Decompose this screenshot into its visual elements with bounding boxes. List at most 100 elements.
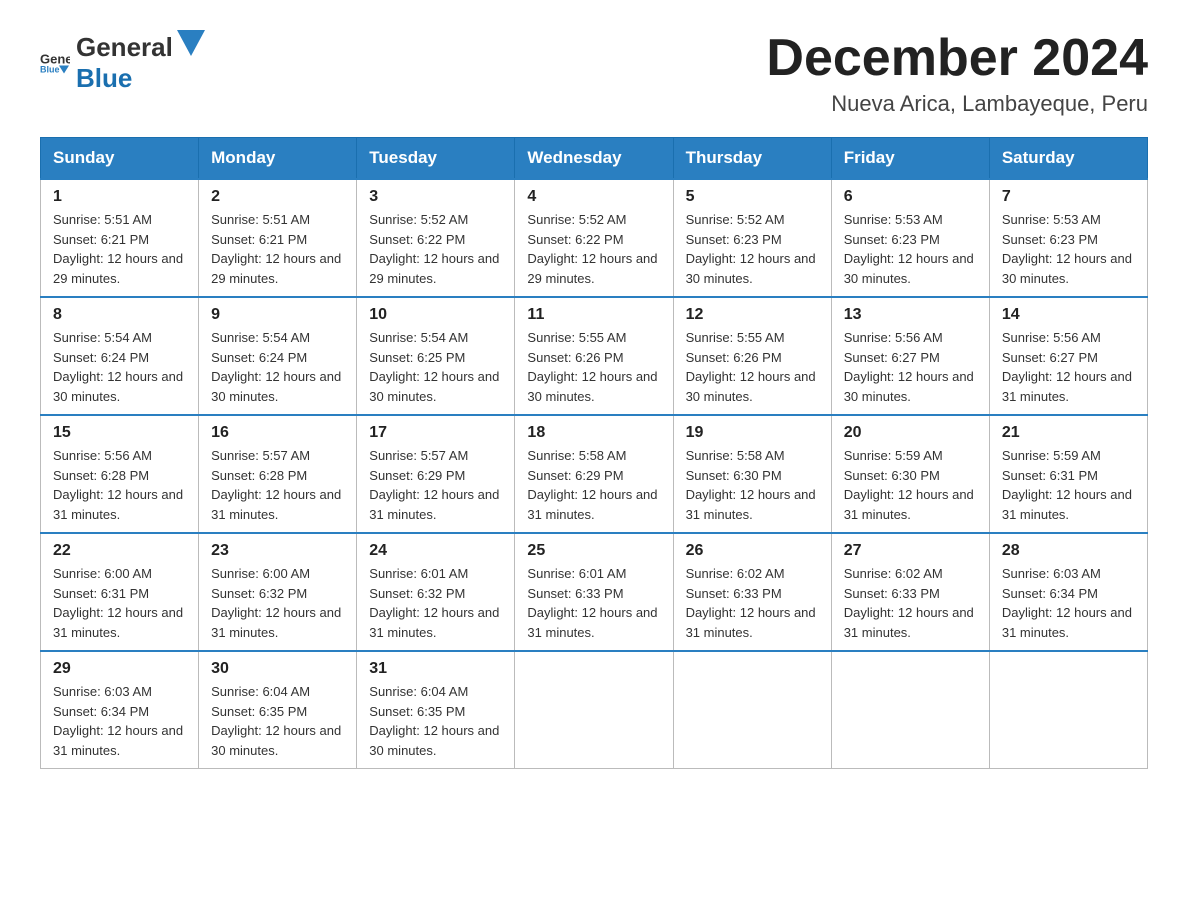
calendar-day-cell: 23 Sunrise: 6:00 AM Sunset: 6:32 PM Dayl… <box>199 533 357 651</box>
calendar-day-cell: 5 Sunrise: 5:52 AM Sunset: 6:23 PM Dayli… <box>673 179 831 297</box>
calendar-day-header: Sunday <box>41 138 199 180</box>
calendar-day-cell: 30 Sunrise: 6:04 AM Sunset: 6:35 PM Dayl… <box>199 651 357 769</box>
day-number: 24 <box>369 542 502 560</box>
location-subtitle: Nueva Arica, Lambayeque, Peru <box>766 91 1148 117</box>
calendar-day-cell: 22 Sunrise: 6:00 AM Sunset: 6:31 PM Dayl… <box>41 533 199 651</box>
day-number: 2 <box>211 188 344 206</box>
calendar-day-cell: 27 Sunrise: 6:02 AM Sunset: 6:33 PM Dayl… <box>831 533 989 651</box>
calendar-table: SundayMondayTuesdayWednesdayThursdayFrid… <box>40 137 1148 769</box>
calendar-day-cell: 3 Sunrise: 5:52 AM Sunset: 6:22 PM Dayli… <box>357 179 515 297</box>
day-number: 8 <box>53 306 186 324</box>
logo-text-blue: Blue <box>76 63 132 93</box>
day-info: Sunrise: 5:57 AM Sunset: 6:29 PM Dayligh… <box>369 446 502 524</box>
calendar-day-cell: 28 Sunrise: 6:03 AM Sunset: 6:34 PM Dayl… <box>989 533 1147 651</box>
logo-text-general: General <box>76 32 173 63</box>
calendar-day-cell <box>673 651 831 769</box>
day-info: Sunrise: 5:58 AM Sunset: 6:30 PM Dayligh… <box>686 446 819 524</box>
logo-icon: General Blue <box>40 47 70 77</box>
logo-triangle-icon <box>177 30 205 56</box>
day-number: 21 <box>1002 424 1135 442</box>
day-info: Sunrise: 5:57 AM Sunset: 6:28 PM Dayligh… <box>211 446 344 524</box>
calendar-week-row: 8 Sunrise: 5:54 AM Sunset: 6:24 PM Dayli… <box>41 297 1148 415</box>
page-header: General Blue General Blue December 2024 … <box>40 30 1148 117</box>
day-info: Sunrise: 5:51 AM Sunset: 6:21 PM Dayligh… <box>211 210 344 288</box>
day-info: Sunrise: 6:00 AM Sunset: 6:32 PM Dayligh… <box>211 564 344 642</box>
calendar-day-cell: 24 Sunrise: 6:01 AM Sunset: 6:32 PM Dayl… <box>357 533 515 651</box>
calendar-day-cell: 20 Sunrise: 5:59 AM Sunset: 6:30 PM Dayl… <box>831 415 989 533</box>
calendar-day-cell: 14 Sunrise: 5:56 AM Sunset: 6:27 PM Dayl… <box>989 297 1147 415</box>
day-info: Sunrise: 5:59 AM Sunset: 6:31 PM Dayligh… <box>1002 446 1135 524</box>
calendar-day-cell: 18 Sunrise: 5:58 AM Sunset: 6:29 PM Dayl… <box>515 415 673 533</box>
day-info: Sunrise: 5:59 AM Sunset: 6:30 PM Dayligh… <box>844 446 977 524</box>
day-info: Sunrise: 5:53 AM Sunset: 6:23 PM Dayligh… <box>1002 210 1135 288</box>
day-number: 29 <box>53 660 186 678</box>
calendar-day-cell: 31 Sunrise: 6:04 AM Sunset: 6:35 PM Dayl… <box>357 651 515 769</box>
calendar-day-header: Monday <box>199 138 357 180</box>
calendar-week-row: 1 Sunrise: 5:51 AM Sunset: 6:21 PM Dayli… <box>41 179 1148 297</box>
calendar-day-header: Friday <box>831 138 989 180</box>
day-info: Sunrise: 6:00 AM Sunset: 6:31 PM Dayligh… <box>53 564 186 642</box>
day-info: Sunrise: 5:54 AM Sunset: 6:24 PM Dayligh… <box>53 328 186 406</box>
day-number: 14 <box>1002 306 1135 324</box>
day-info: Sunrise: 5:54 AM Sunset: 6:25 PM Dayligh… <box>369 328 502 406</box>
calendar-day-cell: 21 Sunrise: 5:59 AM Sunset: 6:31 PM Dayl… <box>989 415 1147 533</box>
day-info: Sunrise: 5:53 AM Sunset: 6:23 PM Dayligh… <box>844 210 977 288</box>
day-number: 1 <box>53 188 186 206</box>
day-number: 20 <box>844 424 977 442</box>
calendar-day-cell: 6 Sunrise: 5:53 AM Sunset: 6:23 PM Dayli… <box>831 179 989 297</box>
calendar-day-header: Wednesday <box>515 138 673 180</box>
day-info: Sunrise: 5:52 AM Sunset: 6:22 PM Dayligh… <box>369 210 502 288</box>
day-info: Sunrise: 5:51 AM Sunset: 6:21 PM Dayligh… <box>53 210 186 288</box>
day-number: 22 <box>53 542 186 560</box>
day-info: Sunrise: 5:54 AM Sunset: 6:24 PM Dayligh… <box>211 328 344 406</box>
day-info: Sunrise: 6:02 AM Sunset: 6:33 PM Dayligh… <box>844 564 977 642</box>
calendar-day-cell: 26 Sunrise: 6:02 AM Sunset: 6:33 PM Dayl… <box>673 533 831 651</box>
day-info: Sunrise: 5:55 AM Sunset: 6:26 PM Dayligh… <box>527 328 660 406</box>
day-number: 25 <box>527 542 660 560</box>
day-number: 26 <box>686 542 819 560</box>
calendar-week-row: 22 Sunrise: 6:00 AM Sunset: 6:31 PM Dayl… <box>41 533 1148 651</box>
day-number: 13 <box>844 306 977 324</box>
day-number: 27 <box>844 542 977 560</box>
day-number: 3 <box>369 188 502 206</box>
calendar-day-cell <box>989 651 1147 769</box>
calendar-day-cell: 15 Sunrise: 5:56 AM Sunset: 6:28 PM Dayl… <box>41 415 199 533</box>
calendar-day-cell <box>831 651 989 769</box>
calendar-day-cell: 4 Sunrise: 5:52 AM Sunset: 6:22 PM Dayli… <box>515 179 673 297</box>
calendar-day-header: Thursday <box>673 138 831 180</box>
day-number: 10 <box>369 306 502 324</box>
day-number: 15 <box>53 424 186 442</box>
day-info: Sunrise: 5:58 AM Sunset: 6:29 PM Dayligh… <box>527 446 660 524</box>
calendar-week-row: 29 Sunrise: 6:03 AM Sunset: 6:34 PM Dayl… <box>41 651 1148 769</box>
day-number: 7 <box>1002 188 1135 206</box>
day-number: 6 <box>844 188 977 206</box>
day-info: Sunrise: 5:56 AM Sunset: 6:28 PM Dayligh… <box>53 446 186 524</box>
day-number: 11 <box>527 306 660 324</box>
day-info: Sunrise: 6:03 AM Sunset: 6:34 PM Dayligh… <box>1002 564 1135 642</box>
day-info: Sunrise: 6:01 AM Sunset: 6:32 PM Dayligh… <box>369 564 502 642</box>
calendar-day-cell: 10 Sunrise: 5:54 AM Sunset: 6:25 PM Dayl… <box>357 297 515 415</box>
calendar-header-row: SundayMondayTuesdayWednesdayThursdayFrid… <box>41 138 1148 180</box>
day-number: 31 <box>369 660 502 678</box>
calendar-day-cell: 11 Sunrise: 5:55 AM Sunset: 6:26 PM Dayl… <box>515 297 673 415</box>
month-title: December 2024 <box>766 30 1148 87</box>
day-info: Sunrise: 6:04 AM Sunset: 6:35 PM Dayligh… <box>369 682 502 760</box>
day-info: Sunrise: 5:55 AM Sunset: 6:26 PM Dayligh… <box>686 328 819 406</box>
day-number: 23 <box>211 542 344 560</box>
calendar-day-cell: 29 Sunrise: 6:03 AM Sunset: 6:34 PM Dayl… <box>41 651 199 769</box>
logo: General Blue General Blue <box>40 30 205 94</box>
calendar-day-cell: 2 Sunrise: 5:51 AM Sunset: 6:21 PM Dayli… <box>199 179 357 297</box>
day-info: Sunrise: 6:04 AM Sunset: 6:35 PM Dayligh… <box>211 682 344 760</box>
calendar-day-cell: 19 Sunrise: 5:58 AM Sunset: 6:30 PM Dayl… <box>673 415 831 533</box>
day-info: Sunrise: 6:02 AM Sunset: 6:33 PM Dayligh… <box>686 564 819 642</box>
day-number: 9 <box>211 306 344 324</box>
day-info: Sunrise: 6:03 AM Sunset: 6:34 PM Dayligh… <box>53 682 186 760</box>
day-number: 17 <box>369 424 502 442</box>
day-number: 5 <box>686 188 819 206</box>
calendar-day-cell: 25 Sunrise: 6:01 AM Sunset: 6:33 PM Dayl… <box>515 533 673 651</box>
day-number: 19 <box>686 424 819 442</box>
day-number: 12 <box>686 306 819 324</box>
calendar-day-cell: 13 Sunrise: 5:56 AM Sunset: 6:27 PM Dayl… <box>831 297 989 415</box>
day-info: Sunrise: 6:01 AM Sunset: 6:33 PM Dayligh… <box>527 564 660 642</box>
calendar-day-header: Tuesday <box>357 138 515 180</box>
